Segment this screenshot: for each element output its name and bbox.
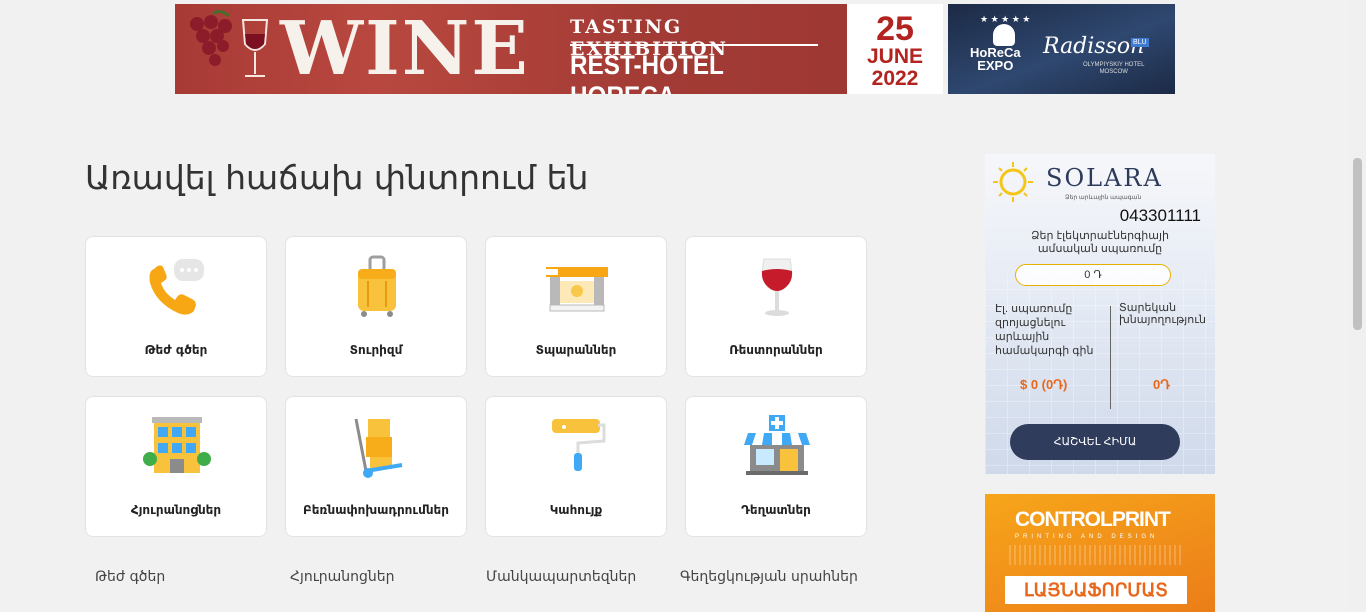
hotel-icon bbox=[143, 417, 211, 473]
solara-tagline: Ձեր արևային ապագան bbox=[1065, 195, 1142, 201]
page-title: Առավել հաճախ փնտրում են bbox=[85, 158, 589, 197]
category-card-restaurants[interactable]: Ռեստորաններ bbox=[685, 236, 867, 377]
category-label: Թեժ գծեր bbox=[144, 343, 208, 357]
suitcase-icon bbox=[358, 255, 396, 317]
wide-format-button[interactable]: ԼԱՅՆԱՖՈՐՄԱՏ bbox=[1005, 576, 1187, 604]
grapes-icon bbox=[190, 10, 232, 66]
olympic-hotel-text: OLYMPIYSKIY HOTEL MOSCOW bbox=[1083, 62, 1145, 75]
top-banner-ad[interactable]: WINE TASTING EXHIBITION REST-HOTEL HOREC… bbox=[175, 4, 1175, 94]
scrollbar-thumb[interactable] bbox=[1353, 158, 1362, 330]
link-kindergartens[interactable]: Մանկապարտեզներ bbox=[486, 569, 636, 585]
phone-icon bbox=[149, 259, 204, 315]
pharmacy-icon bbox=[744, 415, 810, 475]
wine-glass-icon bbox=[241, 19, 269, 77]
link-hotels[interactable]: Հյուրանոցներ bbox=[290, 569, 395, 585]
banner-date-month: JUNE bbox=[866, 45, 924, 68]
system-price-value: $ 0 (0Դ) bbox=[1020, 377, 1068, 392]
link-beauty-salons[interactable]: Գեղեցկության սրահներ bbox=[680, 569, 858, 585]
category-card-furniture[interactable]: Կահույք bbox=[485, 396, 667, 537]
banner-date: 25 JUNE 2022 bbox=[847, 4, 943, 94]
horeca-expo-banner[interactable]: ★ ★ ★ ★ ★ HoReCa EXPO Radisson BLU OLYMP… bbox=[948, 4, 1175, 94]
solara-calculator-ad: SOLARA Ձեր արևային ապագան 043301111 Ձեր … bbox=[985, 154, 1215, 474]
category-card-tourism[interactable]: Տուրիզմ bbox=[285, 236, 467, 377]
solara-logo: SOLARA bbox=[1046, 164, 1163, 192]
banner-date-year: 2022 bbox=[871, 67, 919, 90]
banner-title: REST-HOTEL HORECA bbox=[570, 50, 724, 94]
link-hotlines[interactable]: Թեժ գծեր bbox=[95, 569, 165, 585]
category-card-hotels[interactable]: Հյուրանոցներ bbox=[85, 396, 267, 537]
annual-savings-value: 0Դ bbox=[1153, 377, 1171, 392]
banner-divider bbox=[570, 44, 818, 46]
category-label: Դեղատներ bbox=[741, 503, 811, 517]
hand-truck-icon bbox=[354, 418, 403, 478]
category-card-pharmacies[interactable]: Դեղատներ bbox=[685, 396, 867, 537]
controlprint-logo: CONTROLPRINT bbox=[1015, 508, 1171, 531]
printer-icon bbox=[546, 267, 608, 312]
category-label: Ռեստորաններ bbox=[729, 343, 823, 357]
blu-badge: BLU bbox=[1131, 38, 1149, 47]
controlprint-ad[interactable]: CONTROLPRINT PRINTING AND DESIGN ԼԱՅՆԱՖՈ… bbox=[985, 494, 1215, 612]
column-divider bbox=[1110, 306, 1111, 409]
category-card-printing[interactable]: Տպարաններ bbox=[485, 236, 667, 377]
page-scrollbar[interactable] bbox=[1349, 0, 1366, 612]
banner-wine-word: WINE bbox=[280, 6, 530, 92]
wine-glass-icon bbox=[761, 258, 793, 316]
radisson-logo-text: Radisson bbox=[1043, 34, 1145, 59]
category-label: Տպարաններ bbox=[535, 343, 617, 357]
wine-exhibition-banner[interactable]: WINE TASTING EXHIBITION REST-HOTEL HOREC… bbox=[175, 4, 847, 94]
decorative-lines bbox=[1009, 545, 1184, 565]
calculate-now-button[interactable]: ՀԱՇՎԵԼ ՀԻՄԱ bbox=[1010, 424, 1180, 460]
solara-phone[interactable]: 043301111 bbox=[1120, 206, 1201, 226]
category-card-cargo[interactable]: Բեռնափոխադրումներ bbox=[285, 396, 467, 537]
controlprint-tagline: PRINTING AND DESIGN bbox=[1015, 534, 1159, 540]
sun-logo-icon bbox=[993, 162, 1033, 202]
horeca-logo-text: HoReCa EXPO bbox=[970, 45, 1021, 73]
system-price-label: Էլ. սպառումը զրոյացնելու արևային համակար… bbox=[995, 303, 1094, 357]
chef-hat-icon bbox=[993, 24, 1015, 46]
category-card-hotlines[interactable]: Թեժ գծեր bbox=[85, 236, 267, 377]
category-label: Բեռնափոխադրումներ bbox=[303, 503, 449, 517]
annual-savings-label: Տարեկան խնայողություն bbox=[1119, 302, 1206, 326]
category-label: Հյուրանոցներ bbox=[130, 503, 222, 517]
category-label: Կահույք bbox=[549, 503, 603, 517]
banner-date-day: 25 bbox=[876, 10, 914, 48]
consumption-label: Ձեր էլեկտրաէներգիայի ամսական սպառումը bbox=[1031, 230, 1169, 255]
paint-roller-icon bbox=[552, 419, 606, 471]
consumption-input[interactable]: 0 Դ bbox=[1015, 264, 1171, 286]
category-label: Տուրիզմ bbox=[349, 343, 403, 357]
